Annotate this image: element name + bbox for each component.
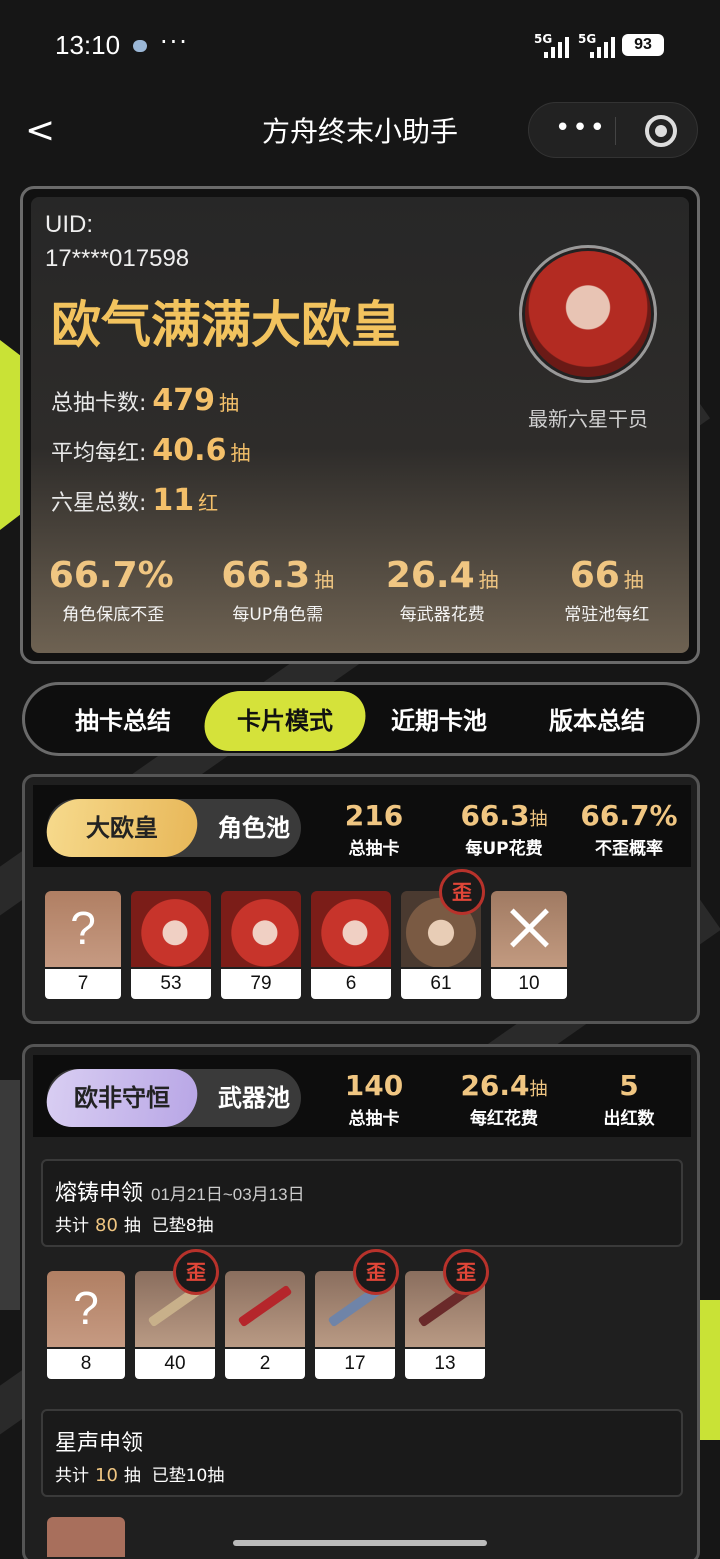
pull-card[interactable]: 2	[225, 1271, 305, 1379]
status-bar: 13:10 ··· 5G 5G 93	[0, 0, 720, 90]
pull-card[interactable]: 79	[221, 891, 301, 999]
latest-six-star-avatar[interactable]	[519, 245, 657, 383]
weapon-cards: 8 40歪 2 17歪 13歪	[47, 1249, 489, 1379]
pull-card-partial[interactable]	[47, 1517, 125, 1557]
tab-pull-summary[interactable]: 抽卡总结	[43, 691, 203, 751]
pull-card[interactable]: 6	[311, 891, 391, 999]
pull-card[interactable]: 8	[47, 1271, 125, 1379]
tab-recent-pools[interactable]: 近期卡池	[359, 691, 519, 751]
close-target-icon[interactable]	[645, 115, 677, 147]
deco-gray-left	[0, 1080, 20, 1310]
summary-stat: 66 抽 常驻池每红	[564, 555, 650, 625]
deco-lime-right	[700, 1300, 720, 1440]
pool-pill[interactable]: 大欧皇 角色池	[42, 799, 301, 857]
stat-total-pulls: 总抽卡数: 479 抽	[51, 383, 240, 418]
battery-icon: 93	[622, 34, 664, 56]
banner-title: 熔铸申领 01月21日~03月13日	[55, 1181, 305, 1206]
weapon-image	[225, 1271, 305, 1347]
pull-card[interactable]: 61 歪	[401, 869, 485, 999]
character-pool-panel: 大欧皇 角色池 216 总抽卡 66.3抽 每UP花费 66.7% 不歪概率 7…	[22, 774, 700, 1024]
pool-name: 武器池	[218, 1084, 290, 1112]
luck-badge: 欧非守恒	[42, 1069, 202, 1127]
avatar-caption: 最新六星干员	[528, 407, 648, 431]
status-more: ···	[160, 28, 189, 56]
rank-title: 欧气满满大欧皇	[51, 296, 401, 354]
pool-stat: 66.7% 不歪概率	[580, 799, 678, 859]
character-cards: 7 53 79 6 61歪 10	[45, 869, 567, 999]
home-indicator[interactable]	[233, 1540, 487, 1546]
signal-icon	[544, 36, 569, 58]
summary-stat: 66.7% 角色保底不歪	[48, 555, 174, 625]
stat-six-count: 六星总数: 11 红	[51, 483, 219, 518]
panel-header: 欧非守恒 武器池 140 总抽卡 26.4抽 每红花费 5 出红数	[33, 1055, 691, 1137]
summary-stats: 66.7% 角色保底不歪 66.3 抽 每UP角色需 26.4 抽 每武器花费 66…	[31, 555, 689, 625]
notification-icon	[133, 40, 147, 52]
pull-card[interactable]: 53	[131, 891, 211, 999]
mode-tabs: 抽卡总结 卡片模式 近期卡池 版本总结	[22, 682, 700, 756]
off-banner-badge: 歪	[443, 1249, 489, 1295]
status-time: 13:10	[55, 30, 121, 60]
summary-stat: 66.3 抽 每UP角色需	[221, 555, 335, 625]
pool-pill[interactable]: 欧非守恒 武器池	[42, 1069, 301, 1127]
pool-name: 角色池	[218, 814, 290, 842]
pull-card[interactable]: 17 歪	[315, 1249, 399, 1379]
nav-bar: < 方舟终末小助手 •••	[0, 90, 720, 170]
operator-portrait	[221, 891, 301, 967]
off-banner-badge: 歪	[353, 1249, 399, 1295]
pull-card[interactable]: 10	[491, 891, 567, 999]
uid-value: 17****017598	[45, 245, 190, 272]
banner-pulls: 共计 80 抽 已垫8抽	[55, 1215, 214, 1236]
banner-summary[interactable]: 星声申领 共计 10 抽 已垫10抽	[41, 1409, 683, 1497]
cross-icon	[491, 891, 567, 967]
panel-header: 大欧皇 角色池 216 总抽卡 66.3抽 每UP花费 66.7% 不歪概率	[33, 785, 691, 867]
pull-card[interactable]: 40 歪	[135, 1249, 219, 1379]
deco-lime-left	[0, 340, 20, 530]
pool-stat: 66.3抽 每UP花费	[460, 799, 548, 859]
stat-avg-per-six: 平均每红: 40.6 抽	[51, 433, 251, 468]
pool-stat: 5 出红数	[603, 1069, 655, 1129]
capsule-divider	[615, 117, 616, 145]
unknown-icon	[45, 891, 121, 967]
weapon-pool-panel: 欧非守恒 武器池 140 总抽卡 26.4抽 每红花费 5 出红数 熔铸申领 01…	[22, 1044, 700, 1559]
off-banner-badge: 歪	[439, 869, 485, 915]
tab-version-summary[interactable]: 版本总结	[517, 691, 677, 751]
more-dots-icon[interactable]: •••	[555, 113, 607, 143]
signal-icon	[590, 36, 615, 58]
pool-stat: 26.4抽 每红花费	[460, 1069, 548, 1129]
off-banner-badge: 歪	[173, 1249, 219, 1295]
summary-stat: 26.4 抽 每武器花费	[385, 555, 499, 625]
miniapp-capsule: •••	[528, 102, 698, 158]
banner-summary[interactable]: 熔铸申领 01月21日~03月13日 共计 80 抽 已垫8抽	[41, 1159, 683, 1247]
pull-card[interactable]: 13 歪	[405, 1249, 489, 1379]
operator-portrait	[131, 891, 211, 967]
profile-card: UID: 17****017598 欧气满满大欧皇 总抽卡数: 479 抽 平均每红…	[20, 186, 700, 664]
pool-stat: 140 总抽卡	[344, 1069, 404, 1129]
tab-card-mode[interactable]: 卡片模式	[199, 691, 371, 751]
operator-portrait	[311, 891, 391, 967]
banner-title: 星声申领	[55, 1431, 144, 1456]
uid-label: UID:	[45, 211, 93, 238]
luck-badge: 大欧皇	[42, 799, 202, 857]
pool-stat: 216 总抽卡	[344, 799, 404, 859]
banner-pulls: 共计 10 抽 已垫10抽	[55, 1465, 225, 1486]
pull-card[interactable]: 7	[45, 891, 121, 999]
unknown-icon	[47, 1271, 125, 1347]
